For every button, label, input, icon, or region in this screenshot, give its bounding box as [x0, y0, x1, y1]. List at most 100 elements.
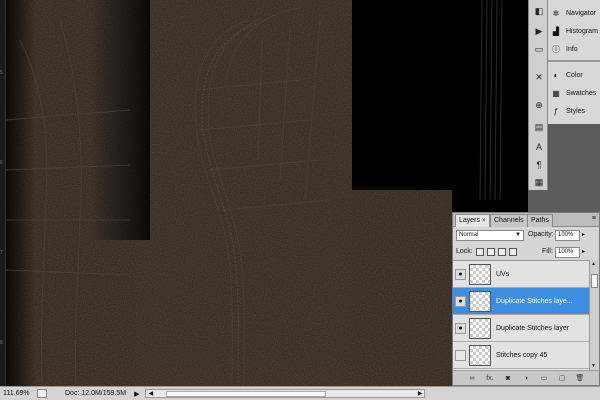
layers-panel-footer: ∞ fx. ◙ ◑ ▭ ▢ 🗑 [453, 370, 599, 385]
info-panel-button[interactable]: ⓘ Info [548, 40, 600, 58]
collapsed-panel-group: ✲ Navigator ▟ Histogram ⓘ Info ◐ Color ▦… [548, 0, 600, 124]
layer-row-duplicate-stitches-selected[interactable]: ● Duplicate Stitches laye... [453, 288, 589, 315]
new-layer-icon[interactable]: ▢ [557, 373, 567, 383]
tab-layers[interactable]: Layers × [455, 214, 490, 227]
chevron-down-icon: ▼ [515, 232, 521, 238]
tab-channels[interactable]: Channels [490, 214, 528, 227]
fill-slider-arrow-icon[interactable]: ▸ [582, 248, 585, 255]
tab-paths[interactable]: Paths [527, 214, 553, 227]
histogram-panel-icon[interactable]: ▶ [532, 24, 546, 38]
histogram-panel-button[interactable]: ▟ Histogram [548, 22, 600, 40]
ruler-tick: 7 [0, 250, 3, 256]
lock-label: Lock: [456, 248, 473, 255]
eye-icon[interactable]: ● [455, 269, 466, 280]
navigator-panel-button[interactable]: ✲ Navigator [548, 4, 600, 22]
histogram-label: Histogram [566, 27, 598, 35]
panel-separator [548, 60, 600, 62]
opacity-input[interactable]: 100% [555, 230, 580, 241]
layer-thumbnail [469, 291, 491, 312]
ruler-tick: 8 [0, 340, 3, 346]
styles-panel-button[interactable]: ƒ Styles [548, 102, 600, 120]
info-icon: ⓘ [552, 44, 560, 54]
layers-panel: Layers × Channels Paths ≡ Normal ▼ Opacit… [452, 212, 600, 386]
info-panel-icon[interactable]: ▭ [532, 42, 546, 56]
layer-name: Duplicate Stitches laye... [496, 298, 573, 305]
adjustment-icon[interactable]: ◑ [521, 373, 531, 383]
scrollbar-thumb[interactable] [591, 274, 598, 288]
zoom-level[interactable]: 111.69% [3, 390, 33, 397]
scroll-up-icon[interactable]: ▲ [591, 261, 596, 267]
swatches-panel-button[interactable]: ▦ Swatches [548, 84, 600, 102]
color-label: Color [566, 71, 583, 79]
layer-name: Duplicate Stitches layer [496, 325, 570, 332]
lock-position-icon[interactable] [498, 248, 506, 256]
swatches-label: Swatches [566, 89, 597, 97]
tab-channels-label: Channels [494, 217, 524, 224]
close-icon[interactable]: × [482, 218, 486, 224]
horizontal-scrollbar[interactable]: ◀ ▶ [145, 389, 426, 398]
lock-all-icon[interactable] [509, 248, 517, 256]
mask-icon[interactable]: ◙ [503, 373, 513, 383]
eye-icon[interactable]: ● [455, 323, 466, 334]
document-canvas[interactable]: 5 6 7 8 [0, 0, 528, 386]
paragraph-panel-icon[interactable]: ¶ [532, 158, 546, 172]
ruler-tick: 6 [0, 160, 3, 166]
doc-size-info: Doc: 12.0M/159.5M [65, 390, 127, 397]
lock-transparent-icon[interactable] [476, 248, 484, 256]
layer-list: ● UVs ● Duplicate Stitches laye... ● Dup… [453, 260, 589, 370]
folder-icon[interactable]: ▭ [539, 373, 549, 383]
notes-panel-icon[interactable]: ▦ [532, 175, 546, 189]
link-icon[interactable]: ∞ [467, 373, 477, 383]
fx-icon[interactable]: fx. [485, 373, 495, 383]
blend-mode-value: Normal [459, 232, 479, 238]
layer-row-uvs[interactable]: ● UVs [453, 261, 589, 288]
layer-thumbnail [469, 264, 491, 285]
character-panel-icon[interactable]: A [532, 140, 546, 154]
layer-row-duplicate-stitches-layer[interactable]: ● Duplicate Stitches layer [453, 315, 589, 342]
scrollbar-thumb[interactable] [166, 391, 327, 397]
color-panel-button[interactable]: ◐ Color [548, 66, 600, 84]
layer-name: UVs [496, 271, 510, 278]
layer-thumbnail [469, 345, 491, 366]
gear-icon: ✲ [552, 8, 560, 18]
layer-comps-icon[interactable]: ⊕ [532, 98, 546, 112]
lock-row: Lock: Fill: 100% ▸ [453, 245, 599, 259]
info-label: Info [566, 45, 578, 53]
histogram-icon: ▟ [552, 26, 560, 36]
panel-icon-column: ◧ ▶ ▭ ✕ ⊕ ▤ A ¶ ▦ [528, 0, 548, 190]
styles-icon: ƒ [553, 106, 559, 116]
color-icon: ◐ [553, 70, 559, 80]
layers-panel-tabs: Layers × Channels Paths ≡ [453, 213, 599, 227]
scroll-down-icon[interactable]: ▼ [591, 363, 596, 369]
eye-icon[interactable]: ● [455, 296, 466, 307]
status-info-arrow-icon[interactable]: ▶ [134, 390, 139, 398]
trash-icon[interactable]: 🗑 [575, 373, 585, 383]
tools-panel-icon[interactable]: ✕ [532, 70, 546, 84]
tab-paths-label: Paths [531, 217, 549, 224]
navigator-panel-icon[interactable]: ◧ [532, 4, 546, 18]
scroll-left-icon[interactable]: ◀ [148, 390, 153, 397]
leather-texture-image [0, 0, 528, 386]
layer-list-scrollbar[interactable]: ▲ ▼ [589, 260, 599, 370]
fill-input[interactable]: 100% [555, 247, 580, 258]
blend-mode-select[interactable]: Normal ▼ [456, 230, 524, 241]
panel-menu-icon[interactable]: ≡ [592, 215, 596, 222]
lock-image-icon[interactable] [487, 248, 495, 256]
tab-layers-label: Layers [459, 217, 481, 224]
swatches-icon: ▦ [552, 88, 560, 98]
layer-row-stitches-copy-45[interactable]: Stitches copy 45 [453, 342, 589, 369]
vertical-ruler: 5 6 7 8 [0, 0, 6, 386]
visibility-toggle[interactable] [455, 350, 466, 361]
ruler-tick: 5 [0, 70, 3, 76]
status-bar: 111.69% Doc: 12.0M/159.5M ▶ ◀ ▶ [0, 386, 600, 400]
opacity-slider-arrow-icon[interactable]: ▸ [582, 231, 585, 238]
clone-source-icon[interactable]: ▤ [532, 120, 546, 134]
fill-label: Fill: [542, 248, 553, 255]
styles-label: Styles [566, 107, 586, 115]
layer-thumbnail [469, 318, 491, 339]
opacity-label: Opacity: [528, 231, 554, 238]
blend-row: Normal ▼ Opacity: 100% ▸ [453, 228, 599, 244]
scroll-right-icon[interactable]: ▶ [418, 390, 423, 397]
navigator-label: Navigator [566, 9, 596, 17]
status-menu-icon[interactable] [37, 389, 47, 398]
